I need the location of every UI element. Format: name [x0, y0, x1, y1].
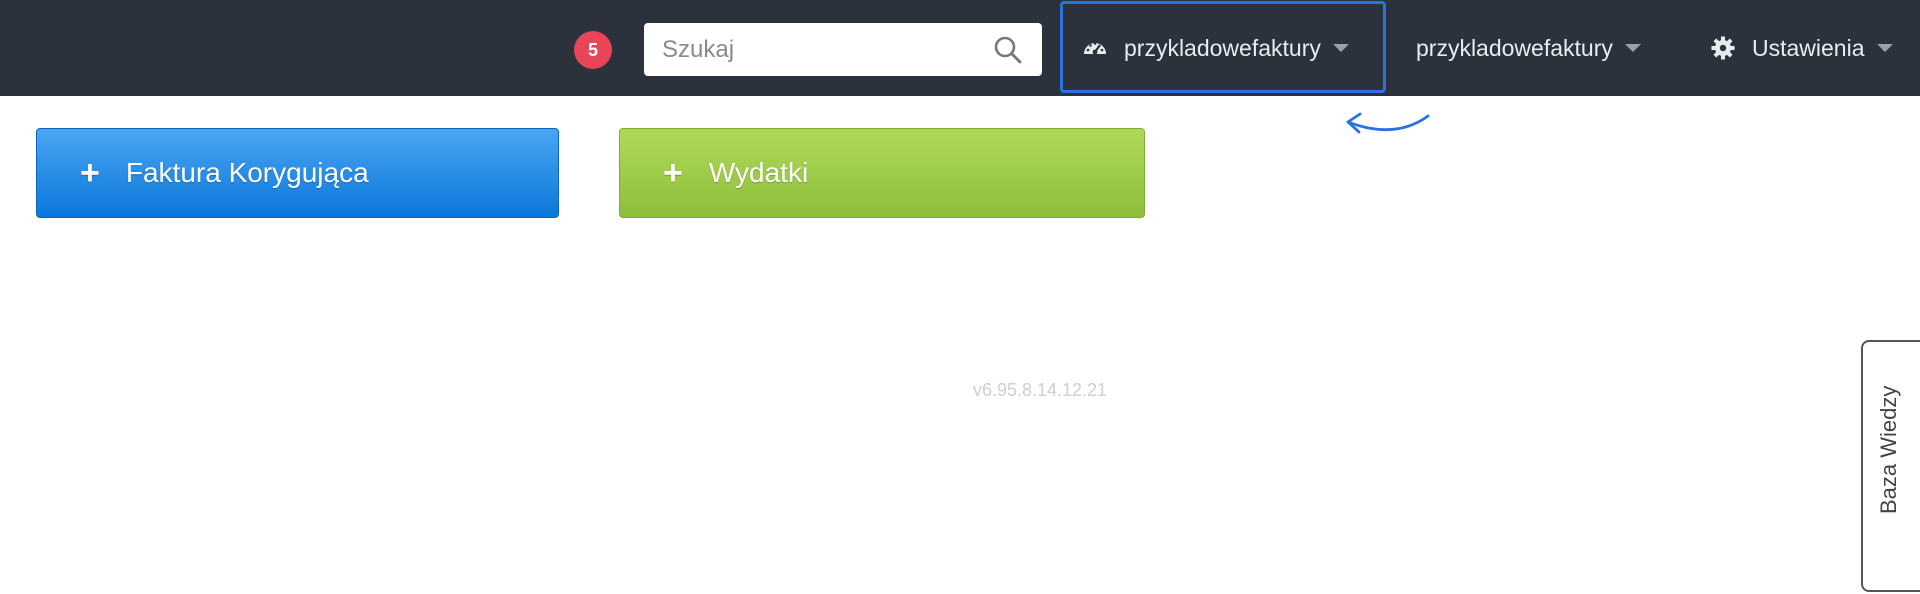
- gear-icon: [1710, 35, 1736, 61]
- search-input[interactable]: [644, 23, 984, 76]
- notification-badge[interactable]: 5: [574, 31, 612, 69]
- settings-menu[interactable]: Ustawienia: [1710, 0, 1893, 96]
- version-text: v6.95.8.14.12.21: [972, 380, 1108, 400]
- chevron-down-icon: [1876, 44, 1893, 52]
- top-navbar: 5 przykladowefaktury przykladowefaktury: [0, 0, 1920, 96]
- add-correction-invoice-label: Faktura Korygująca: [125, 157, 369, 188]
- settings-menu-label: Ustawienia: [1752, 34, 1865, 61]
- annotation-arrow-icon: [1340, 108, 1436, 142]
- plus-icon: +: [80, 153, 100, 192]
- highlight-box: [1060, 1, 1386, 93]
- account-menu[interactable]: przykladowefaktury: [1416, 0, 1641, 96]
- add-expenses-button[interactable]: + Wydatki: [619, 128, 1145, 218]
- search-icon[interactable]: [993, 35, 1023, 65]
- chevron-down-icon: [1624, 44, 1641, 52]
- add-correction-invoice-button[interactable]: + Faktura Korygująca: [36, 128, 559, 218]
- account-menu-label: przykladowefaktury: [1416, 34, 1613, 61]
- knowledge-base-tab-label: Baza Wiedzy: [1876, 385, 1901, 514]
- add-expenses-label: Wydatki: [708, 157, 809, 188]
- search-box: [644, 23, 1042, 76]
- plus-icon: +: [663, 153, 683, 192]
